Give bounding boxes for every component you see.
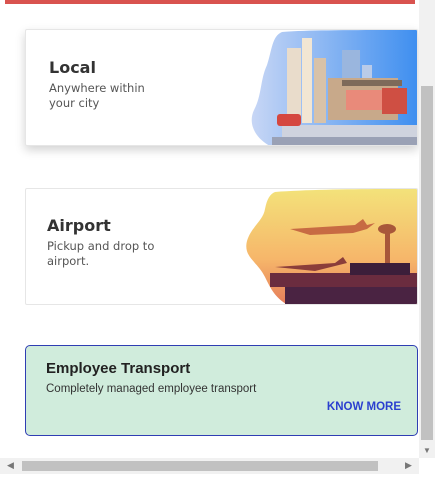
- employee-card-title: Employee Transport: [46, 360, 191, 377]
- airport-ride-card[interactable]: Airport Pickup and drop to airport.: [25, 188, 418, 305]
- vertical-scrollbar[interactable]: ▼: [419, 0, 435, 458]
- horizontal-scroll-thumb[interactable]: [22, 461, 378, 471]
- airport-illustration: [246, 189, 417, 304]
- employee-transport-card[interactable]: Employee Transport Completely managed em…: [25, 345, 418, 436]
- top-accent-bar: [5, 0, 415, 4]
- airport-card-subtitle: Pickup and drop to airport.: [47, 239, 155, 268]
- scroll-right-arrow-icon[interactable]: ▶: [405, 460, 412, 471]
- airport-card-title: Airport: [47, 216, 111, 235]
- scroll-left-arrow-icon[interactable]: ◀: [7, 460, 14, 471]
- local-card-subtitle: Anywhere within your city: [49, 81, 145, 110]
- know-more-link[interactable]: KNOW MORE: [327, 401, 401, 413]
- employee-card-subtitle: Completely managed employee transport: [46, 383, 257, 395]
- local-card-title: Local: [49, 58, 96, 77]
- vertical-scroll-thumb[interactable]: [421, 86, 433, 440]
- scroll-down-arrow-icon[interactable]: ▼: [423, 446, 431, 455]
- local-ride-card[interactable]: Local Anywhere within your city: [25, 29, 418, 146]
- horizontal-scrollbar[interactable]: ◀ ▶: [0, 458, 419, 474]
- city-illustration: [251, 30, 417, 145]
